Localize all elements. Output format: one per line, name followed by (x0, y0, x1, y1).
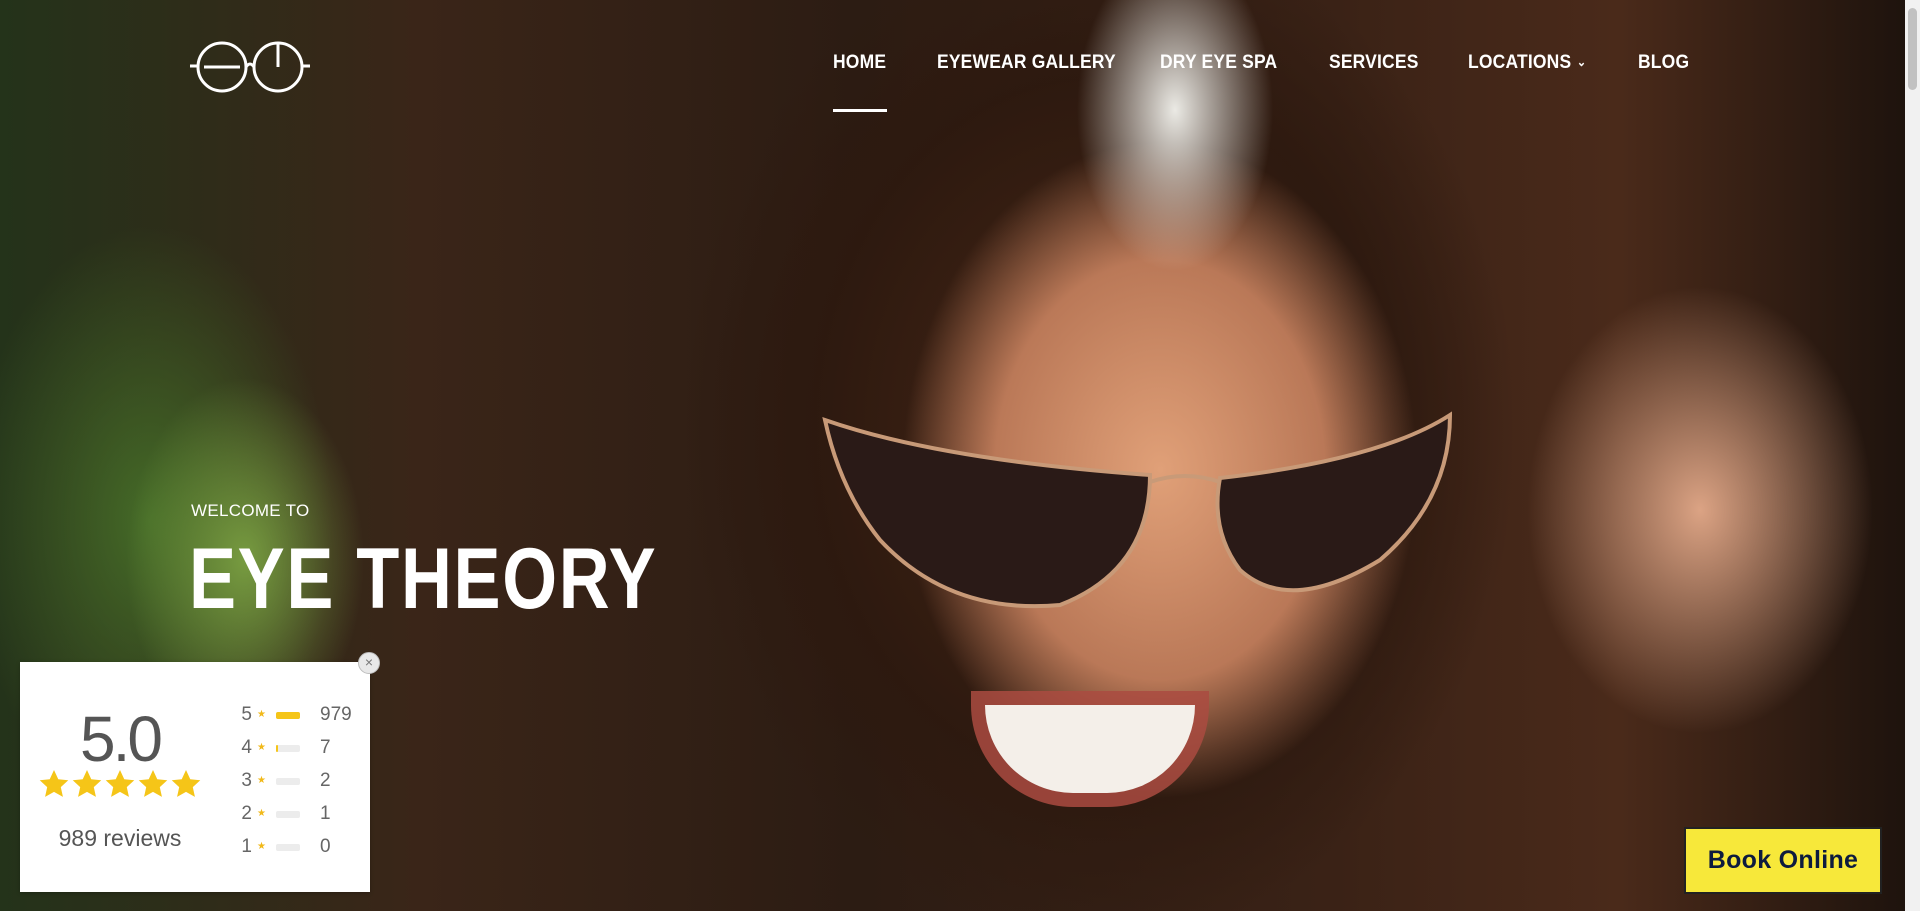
nav-active-underline (833, 109, 887, 112)
nav-locations[interactable]: LOCATIONS ⌄ (1468, 52, 1586, 74)
star-icon (72, 770, 102, 797)
reviews-widget: 5.0 989 reviews 5 ★ 979 4 ★ 7 3 ★ 2 2 ★ 1 1 ★ 0 (20, 662, 370, 892)
sunglasses-graphic (822, 411, 1453, 609)
nav-dry-eye-spa[interactable]: DRY EYE SPA (1160, 52, 1277, 74)
nav-eyewear-gallery[interactable]: EYEWEAR GALLERY (937, 52, 1116, 74)
distribution-count: 7 (320, 737, 331, 758)
distribution-star-label: 1 (241, 836, 252, 857)
book-online-button[interactable]: Book Online (1684, 827, 1882, 894)
nav-home[interactable]: HOME (833, 52, 886, 74)
star-icon (105, 770, 135, 797)
distribution-bar-fill (276, 745, 278, 752)
distribution-count: 0 (320, 836, 331, 857)
star-icon (138, 770, 168, 797)
distribution-count: 979 (320, 704, 352, 725)
distribution-star-label: 2 (241, 803, 252, 824)
distribution-count: 2 (320, 770, 331, 791)
small-star-icon: ★ (257, 775, 266, 786)
review-count[interactable]: 989 reviews (20, 825, 220, 852)
distribution-bar (276, 712, 300, 719)
distribution-bar (276, 811, 300, 818)
distribution-star-label: 5 (241, 704, 252, 725)
star-icon (171, 770, 201, 797)
nav-locations-label: LOCATIONS (1468, 52, 1572, 73)
nav-blog[interactable]: BLOG (1638, 52, 1689, 74)
distribution-star-label: 3 (241, 770, 252, 791)
rating-stars (38, 768, 202, 800)
smile-graphic (985, 705, 1195, 793)
star-icon (39, 770, 69, 797)
distribution-bar-fill (276, 712, 300, 719)
small-star-icon: ★ (257, 841, 266, 852)
close-icon[interactable]: × (358, 652, 380, 674)
hero-welcome-text: WELCOME TO (191, 501, 310, 520)
nav-services[interactable]: SERVICES (1329, 52, 1419, 74)
distribution-bar (276, 844, 300, 851)
distribution-bar (276, 745, 300, 752)
hero-title: EYE THEORY (189, 531, 658, 627)
eye-theory-logo[interactable] (190, 40, 310, 94)
scroll-thumb[interactable] (1908, 8, 1917, 90)
page-scrollbar[interactable] (1905, 0, 1920, 911)
small-star-icon: ★ (257, 808, 266, 819)
chevron-down-icon: ⌄ (1576, 55, 1587, 69)
distribution-count: 1 (320, 803, 331, 824)
distribution-star-label: 4 (241, 737, 252, 758)
distribution-bar (276, 778, 300, 785)
rating-score: 5.0 (80, 703, 163, 775)
small-star-icon: ★ (257, 709, 266, 720)
small-star-icon: ★ (257, 742, 266, 753)
